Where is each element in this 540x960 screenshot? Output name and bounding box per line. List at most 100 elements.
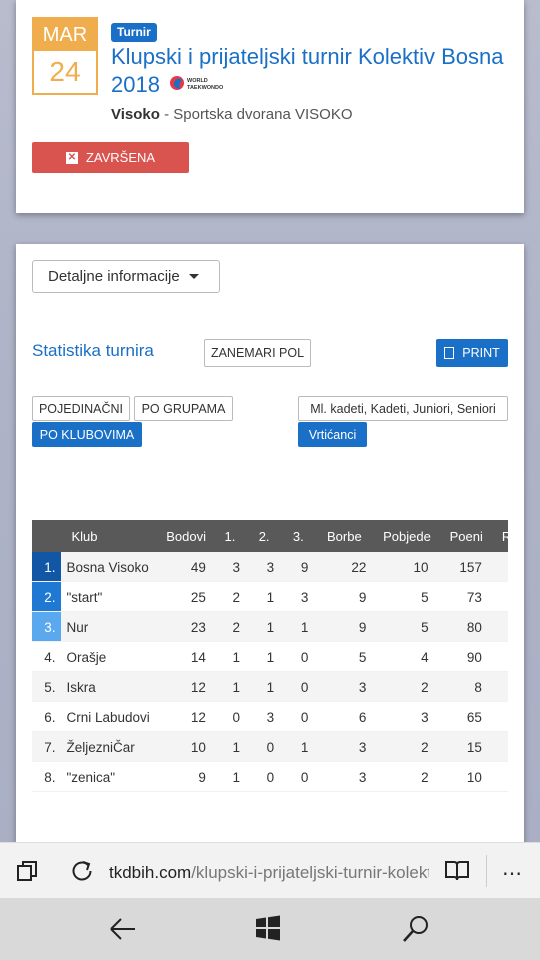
club-stats-table: Klub Bodovi 1. 2. 3. Borbe Pobjede Poeni… [32, 520, 508, 792]
col-r: R [491, 520, 508, 552]
rank-cell: 2. [32, 581, 62, 612]
empty-cell [491, 552, 508, 582]
event-city: Visoko [111, 106, 160, 123]
first-cell: 0 [212, 701, 248, 732]
second-cell: 3 [247, 701, 282, 732]
club-cell: Crni Labudovi [61, 701, 160, 732]
third-cell: 1 [281, 731, 316, 762]
points-cell: 14 [159, 641, 213, 672]
club-cell: Nur [61, 611, 160, 642]
table-row: 4. Orašje 14 1 1 0 5 4 90 [32, 641, 508, 672]
rank-cell: 6. [32, 701, 62, 732]
club-cell: Orašje [61, 641, 160, 672]
rank-cell: 8. [32, 761, 62, 792]
status-finished-button[interactable]: ✕ ZAVRŠENA [32, 142, 189, 173]
svg-text:TAEKWONDO: TAEKWONDO [187, 85, 224, 91]
third-cell: 9 [281, 552, 316, 582]
filter-clubs-button[interactable]: PO KLUBOVIMA [32, 422, 142, 447]
reading-view-icon[interactable] [444, 860, 470, 882]
second-cell: 1 [247, 611, 282, 642]
more-options-icon[interactable]: ⋯ [502, 861, 523, 886]
second-cell: 3 [247, 552, 282, 582]
club-cell: Iskra [61, 671, 160, 702]
wins-cell: 3 [373, 701, 441, 732]
back-arrow-icon[interactable] [108, 914, 138, 944]
filter-groups-button[interactable]: PO GRUPAMA [134, 396, 233, 421]
col-fights: Borbe [315, 520, 374, 552]
second-cell: 1 [247, 581, 282, 612]
wins-cell: 2 [373, 671, 441, 702]
fights-cell: 6 [315, 701, 374, 732]
empty-cell [491, 731, 508, 762]
date-day: 24 [49, 56, 81, 87]
table-row: 8. "zenica" 9 1 0 0 3 2 10 [32, 761, 508, 792]
score-cell: 90 [440, 641, 492, 672]
search-icon[interactable] [401, 914, 431, 944]
col-second: 2. [247, 520, 282, 552]
score-cell: 80 [440, 611, 492, 642]
score-cell: 65 [440, 701, 492, 732]
event-title[interactable]: Klupski i prijateljski turnir Kolektiv B… [111, 43, 506, 101]
table-row: 3. Nur 23 2 1 1 9 5 80 [32, 611, 508, 642]
fights-cell: 9 [315, 611, 374, 642]
score-cell: 8 [440, 671, 492, 702]
ignore-gender-button[interactable]: ZANEMARI POL [204, 339, 311, 367]
print-button[interactable]: PRINT [436, 339, 508, 367]
points-cell: 9 [159, 761, 213, 792]
points-cell: 25 [159, 581, 213, 612]
empty-cell [491, 581, 508, 612]
wins-cell: 10 [373, 552, 441, 582]
fights-cell: 3 [315, 761, 374, 792]
category-filter-button[interactable]: Ml. kadeti, Kadeti, Juniori, Seniori [298, 396, 508, 421]
tabs-icon[interactable] [17, 861, 37, 881]
event-venue: - Sportska dvorana VISOKO [159, 106, 353, 123]
caret-down-icon [188, 274, 199, 279]
wins-cell: 2 [373, 731, 441, 762]
empty-cell [491, 611, 508, 642]
filter-individual-button[interactable]: POJEDINAČNI [32, 396, 130, 421]
rank-cell: 4. [32, 641, 62, 672]
system-nav-bar [0, 898, 540, 960]
age-type-button[interactable]: Vrtićanci [298, 422, 367, 447]
second-cell: 1 [247, 671, 282, 702]
event-location: Visoko - Sportska dvorana VISOKO [111, 106, 353, 123]
second-cell: 0 [247, 761, 282, 792]
windows-start-icon[interactable] [254, 914, 284, 944]
svg-text:WORLD: WORLD [187, 78, 208, 84]
table-header-row: Klub Bodovi 1. 2. 3. Borbe Pobjede Poeni… [32, 520, 508, 552]
second-cell: 1 [247, 641, 282, 672]
col-first: 1. [212, 520, 248, 552]
col-points: Bodovi [159, 520, 213, 552]
date-month: MAR [34, 19, 96, 51]
third-cell: 0 [281, 671, 316, 702]
score-cell: 157 [440, 552, 492, 582]
url-path: /klupski-i-prijateljski-turnir-kolektiv-… [191, 863, 429, 882]
wins-cell: 4 [373, 641, 441, 672]
details-dropdown[interactable]: Detaljne informacije [32, 260, 220, 293]
score-cell: 15 [440, 731, 492, 762]
pdf-icon [444, 347, 455, 359]
wins-cell: 2 [373, 761, 441, 792]
third-cell: 0 [281, 701, 316, 732]
divider [486, 855, 487, 887]
table-row: 1. Bosna Visoko 49 3 3 9 22 10 157 [32, 552, 508, 582]
rank-cell: 3. [32, 611, 62, 642]
club-cell: ŽeljezniČar [61, 731, 160, 762]
rank-cell: 5. [32, 671, 62, 702]
first-cell: 3 [212, 552, 248, 582]
club-cell: Bosna Visoko [61, 552, 160, 582]
fights-cell: 5 [315, 641, 374, 672]
stats-card: Detaljne informacije Statistika turnira … [16, 244, 524, 864]
table-row: 6. Crni Labudovi 12 0 3 0 6 3 65 [32, 701, 508, 732]
event-card: MAR 24 Turnir Klupski i prijateljski tur… [16, 0, 524, 213]
table-row: 5. Iskra 12 1 1 0 3 2 8 [32, 671, 508, 702]
refresh-icon[interactable] [70, 859, 94, 883]
event-type-badge: Turnir [111, 23, 157, 42]
points-cell: 23 [159, 611, 213, 642]
third-cell: 0 [281, 761, 316, 792]
third-cell: 0 [281, 641, 316, 672]
world-taekwondo-logo: WORLD TAEKWONDO [168, 72, 230, 101]
address-input[interactable]: tkdbih.com/klupski-i-prijateljski-turnir… [109, 863, 429, 883]
fights-cell: 9 [315, 581, 374, 612]
fights-cell: 22 [315, 552, 374, 582]
